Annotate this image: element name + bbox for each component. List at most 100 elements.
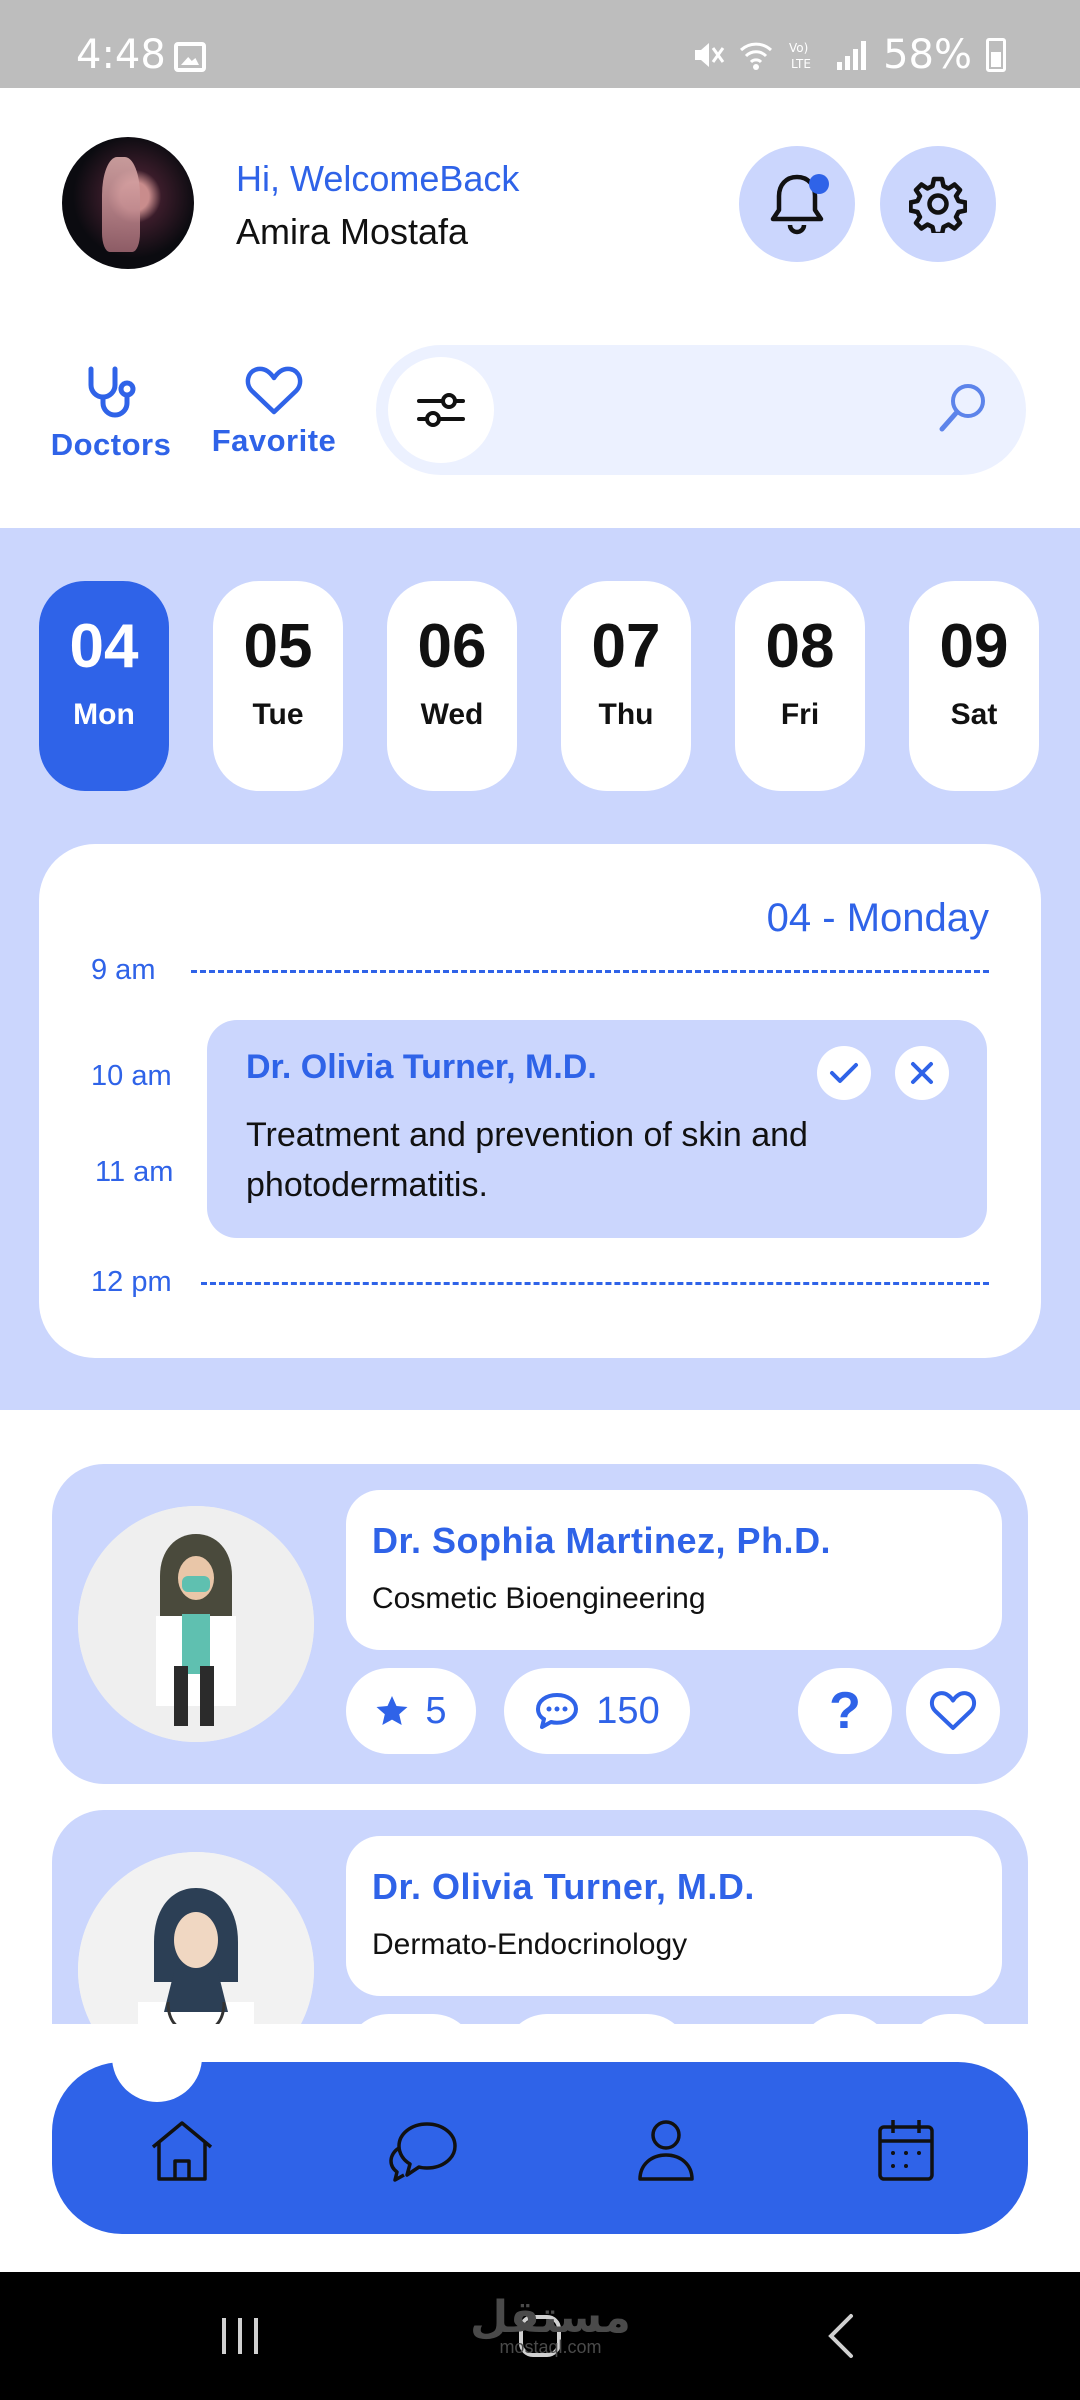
favorite-button[interactable] bbox=[906, 1668, 1000, 1754]
doctors-shortcut[interactable]: Doctors bbox=[50, 365, 172, 463]
svg-text:LTE: LTE bbox=[791, 57, 811, 71]
day-name: Tue bbox=[252, 698, 304, 731]
avatar[interactable] bbox=[62, 137, 194, 269]
search-bar[interactable] bbox=[376, 345, 1026, 475]
doctor-info[interactable]: Dr. Sophia Martinez, Ph.D. Cosmetic Bioe… bbox=[346, 1490, 1002, 1650]
back-chevron-icon bbox=[828, 2314, 853, 2358]
bottom-navigation bbox=[52, 2056, 1028, 2234]
favorite-button[interactable] bbox=[906, 2014, 1000, 2024]
notifications-button[interactable] bbox=[739, 146, 855, 262]
appointment-doctor: Dr. Olivia Turner, M.D. bbox=[246, 1048, 597, 1086]
doctor-name: Dr. Olivia Turner, M.D. bbox=[372, 1866, 755, 1907]
time-label: 12 pm bbox=[91, 1266, 172, 1298]
time-label: 11 am bbox=[95, 1156, 174, 1188]
doctor-card[interactable]: Dr. Sophia Martinez, Ph.D. Cosmetic Bioe… bbox=[52, 1464, 1028, 1784]
confirm-appointment-button[interactable] bbox=[817, 1046, 871, 1100]
day-chip[interactable]: 05 Tue bbox=[213, 581, 343, 791]
doctor-list[interactable]: Dr. Sophia Martinez, Ph.D. Cosmetic Bioe… bbox=[0, 1440, 1080, 2024]
doctor-specialty: Cosmetic Bioengineering bbox=[372, 1582, 706, 1615]
day-chip[interactable]: 04 Mon bbox=[39, 581, 169, 791]
svg-text:Vo): Vo) bbox=[789, 41, 808, 55]
doctor-illustration bbox=[78, 1506, 314, 1742]
check-icon bbox=[830, 1063, 858, 1083]
doctor-name: Dr. Sophia Martinez, Ph.D. bbox=[372, 1520, 832, 1561]
comments-badge[interactable]: 150 bbox=[504, 1668, 690, 1754]
search-icon[interactable] bbox=[934, 379, 992, 437]
day-chip[interactable]: 08 Fri bbox=[735, 581, 865, 791]
nav-chat[interactable] bbox=[384, 2110, 464, 2190]
question-button[interactable] bbox=[798, 2014, 892, 2024]
day-number: 06 bbox=[417, 612, 487, 681]
user-name: Amira Mostafa bbox=[236, 211, 469, 252]
heart-icon bbox=[245, 366, 303, 415]
day-number: 07 bbox=[591, 612, 661, 681]
day-name: Thu bbox=[598, 698, 654, 731]
sliders-icon bbox=[417, 393, 465, 427]
doctor-photo bbox=[78, 1506, 314, 1742]
doctor-photo bbox=[78, 1852, 314, 2024]
nav-calendar[interactable] bbox=[866, 2110, 946, 2190]
filter-button[interactable] bbox=[388, 357, 494, 463]
calendar-icon bbox=[878, 2120, 934, 2181]
day-chip[interactable]: 06 Wed bbox=[387, 581, 517, 791]
close-icon bbox=[911, 1062, 933, 1084]
day-number: 04 bbox=[69, 612, 139, 681]
day-chip[interactable]: 07 Thu bbox=[561, 581, 691, 791]
daily-schedule-card: 04 - Monday 9 am 10 am 11 am 12 pm Dr. O… bbox=[39, 844, 1041, 1358]
heart-icon bbox=[929, 1691, 977, 1730]
day-chip[interactable]: 09 Sat bbox=[909, 581, 1039, 791]
rating-badge[interactable]: 5 bbox=[346, 1668, 476, 1754]
schedule-section: 04 Mon 05 Tue 06 Wed 07 Thu 08 Fri 09 Sat 04 -… bbox=[0, 528, 1080, 1410]
question-button[interactable]: ? bbox=[798, 1668, 892, 1754]
mute-icon bbox=[695, 43, 725, 67]
greeting-text: Hi, WelcomeBack bbox=[236, 158, 520, 199]
doctor-specialty: Dermato-Endocrinology bbox=[372, 1928, 688, 1961]
home-icon bbox=[151, 2121, 213, 2181]
favorite-shortcut[interactable]: Favorite bbox=[206, 365, 342, 459]
day-number: 05 bbox=[243, 612, 313, 681]
time-label: 10 am bbox=[91, 1060, 172, 1092]
chat-bubble-icon bbox=[536, 1693, 579, 1729]
appointment-description: Treatment and prevention of skin and pho… bbox=[246, 1116, 808, 1204]
day-name: Mon bbox=[73, 698, 135, 731]
battery-icon bbox=[986, 38, 1006, 72]
day-number: 09 bbox=[939, 612, 1009, 681]
back-button[interactable] bbox=[800, 2272, 880, 2400]
recents-icon bbox=[222, 2318, 258, 2354]
rating-value: 5 bbox=[425, 1689, 447, 1732]
system-navigation-bar: مستقل mostaql.com bbox=[0, 2272, 1080, 2400]
chat-icon bbox=[389, 2122, 457, 2182]
comments-count: 150 bbox=[596, 1689, 660, 1732]
nav-home[interactable] bbox=[142, 2110, 222, 2190]
doctors-label: Doctors bbox=[50, 427, 172, 462]
cancel-appointment-button[interactable] bbox=[895, 1046, 949, 1100]
stethoscope-icon bbox=[88, 366, 136, 418]
gear-icon bbox=[909, 176, 967, 233]
schedule-date: 04 - Monday bbox=[766, 896, 989, 940]
day-name: Sat bbox=[950, 698, 998, 731]
profile-icon bbox=[638, 2120, 694, 2181]
day-name: Wed bbox=[420, 698, 484, 731]
settings-button[interactable] bbox=[880, 146, 996, 262]
watermark-arabic: مستقل bbox=[470, 2292, 631, 2343]
volte-icon: Vo) LTE bbox=[789, 41, 811, 71]
time-divider bbox=[191, 970, 989, 973]
recents-button[interactable] bbox=[200, 2272, 280, 2400]
status-time: 4:48 bbox=[76, 32, 166, 78]
watermark: مستقل mostaql.com bbox=[470, 2292, 631, 2358]
nav-profile[interactable] bbox=[626, 2110, 706, 2190]
doctor-card[interactable]: Dr. Olivia Turner, M.D. Dermato-Endocrin… bbox=[52, 1810, 1028, 2024]
favorite-label: Favorite bbox=[211, 423, 337, 458]
rating-badge[interactable] bbox=[346, 2014, 476, 2024]
time-label: 9 am bbox=[91, 954, 156, 986]
doctor-info[interactable]: Dr. Olivia Turner, M.D. Dermato-Endocrin… bbox=[346, 1836, 1002, 1996]
wifi-icon bbox=[740, 42, 773, 70]
day-number: 08 bbox=[765, 612, 835, 681]
status-bar: 4:48 Vo) LTE 58% bbox=[0, 0, 1080, 88]
appointment-card[interactable]: Dr. Olivia Turner, M.D. Treatment and pr… bbox=[207, 1020, 987, 1238]
star-icon bbox=[376, 1696, 408, 1725]
signal-icon bbox=[837, 41, 867, 70]
battery-percent: 58% bbox=[883, 32, 972, 78]
day-name: Fri bbox=[780, 698, 820, 731]
comments-badge[interactable] bbox=[504, 2014, 690, 2024]
